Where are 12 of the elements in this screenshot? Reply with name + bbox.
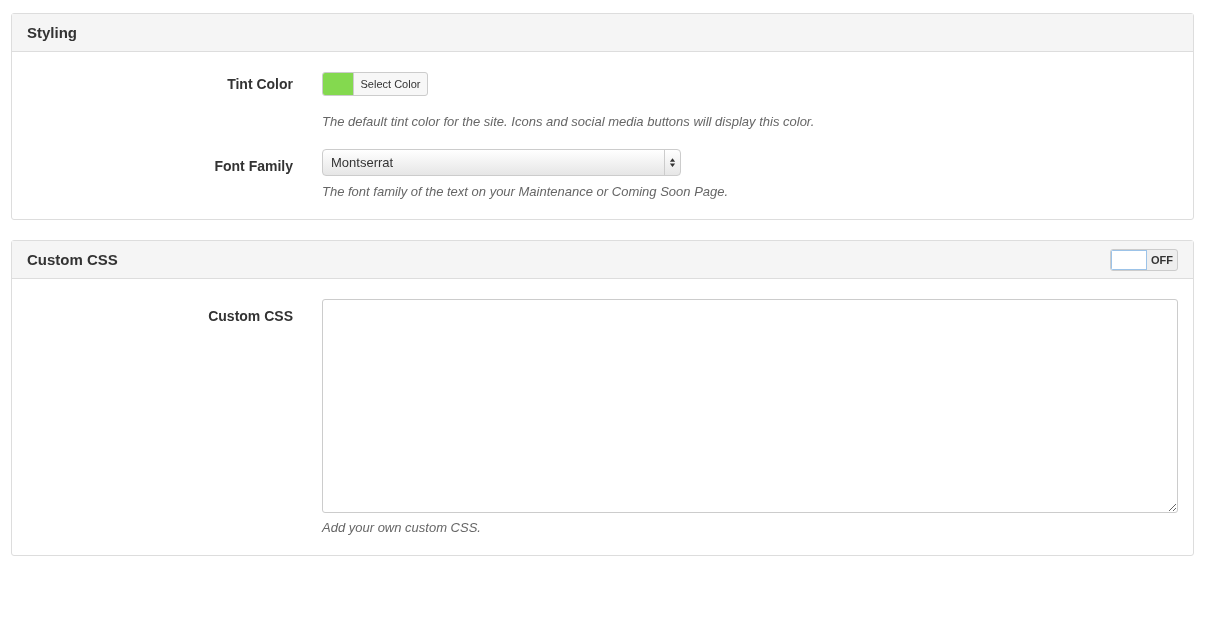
css-textarea[interactable]	[322, 299, 1178, 513]
font-select[interactable]: Montserrat	[322, 149, 681, 176]
field-label: Tint Color	[226, 75, 293, 94]
field-label: Custom CSS	[207, 307, 293, 326]
select-color-button[interactable]: Select Color	[322, 72, 428, 96]
panel-title: Custom CSS	[27, 251, 118, 268]
help-text: The default tint color for the site. Icons and social media buttons will display this color.	[322, 114, 816, 129]
toggle-switch[interactable]: OFF	[1110, 248, 1178, 271]
panel-title: Styling	[27, 24, 77, 41]
help-text: Add your own custom CSS.	[322, 520, 482, 535]
field-label: Font Family	[213, 157, 293, 176]
help-text: The font family of the text on your Maintenance or Coming Soon Page.	[322, 184, 730, 199]
